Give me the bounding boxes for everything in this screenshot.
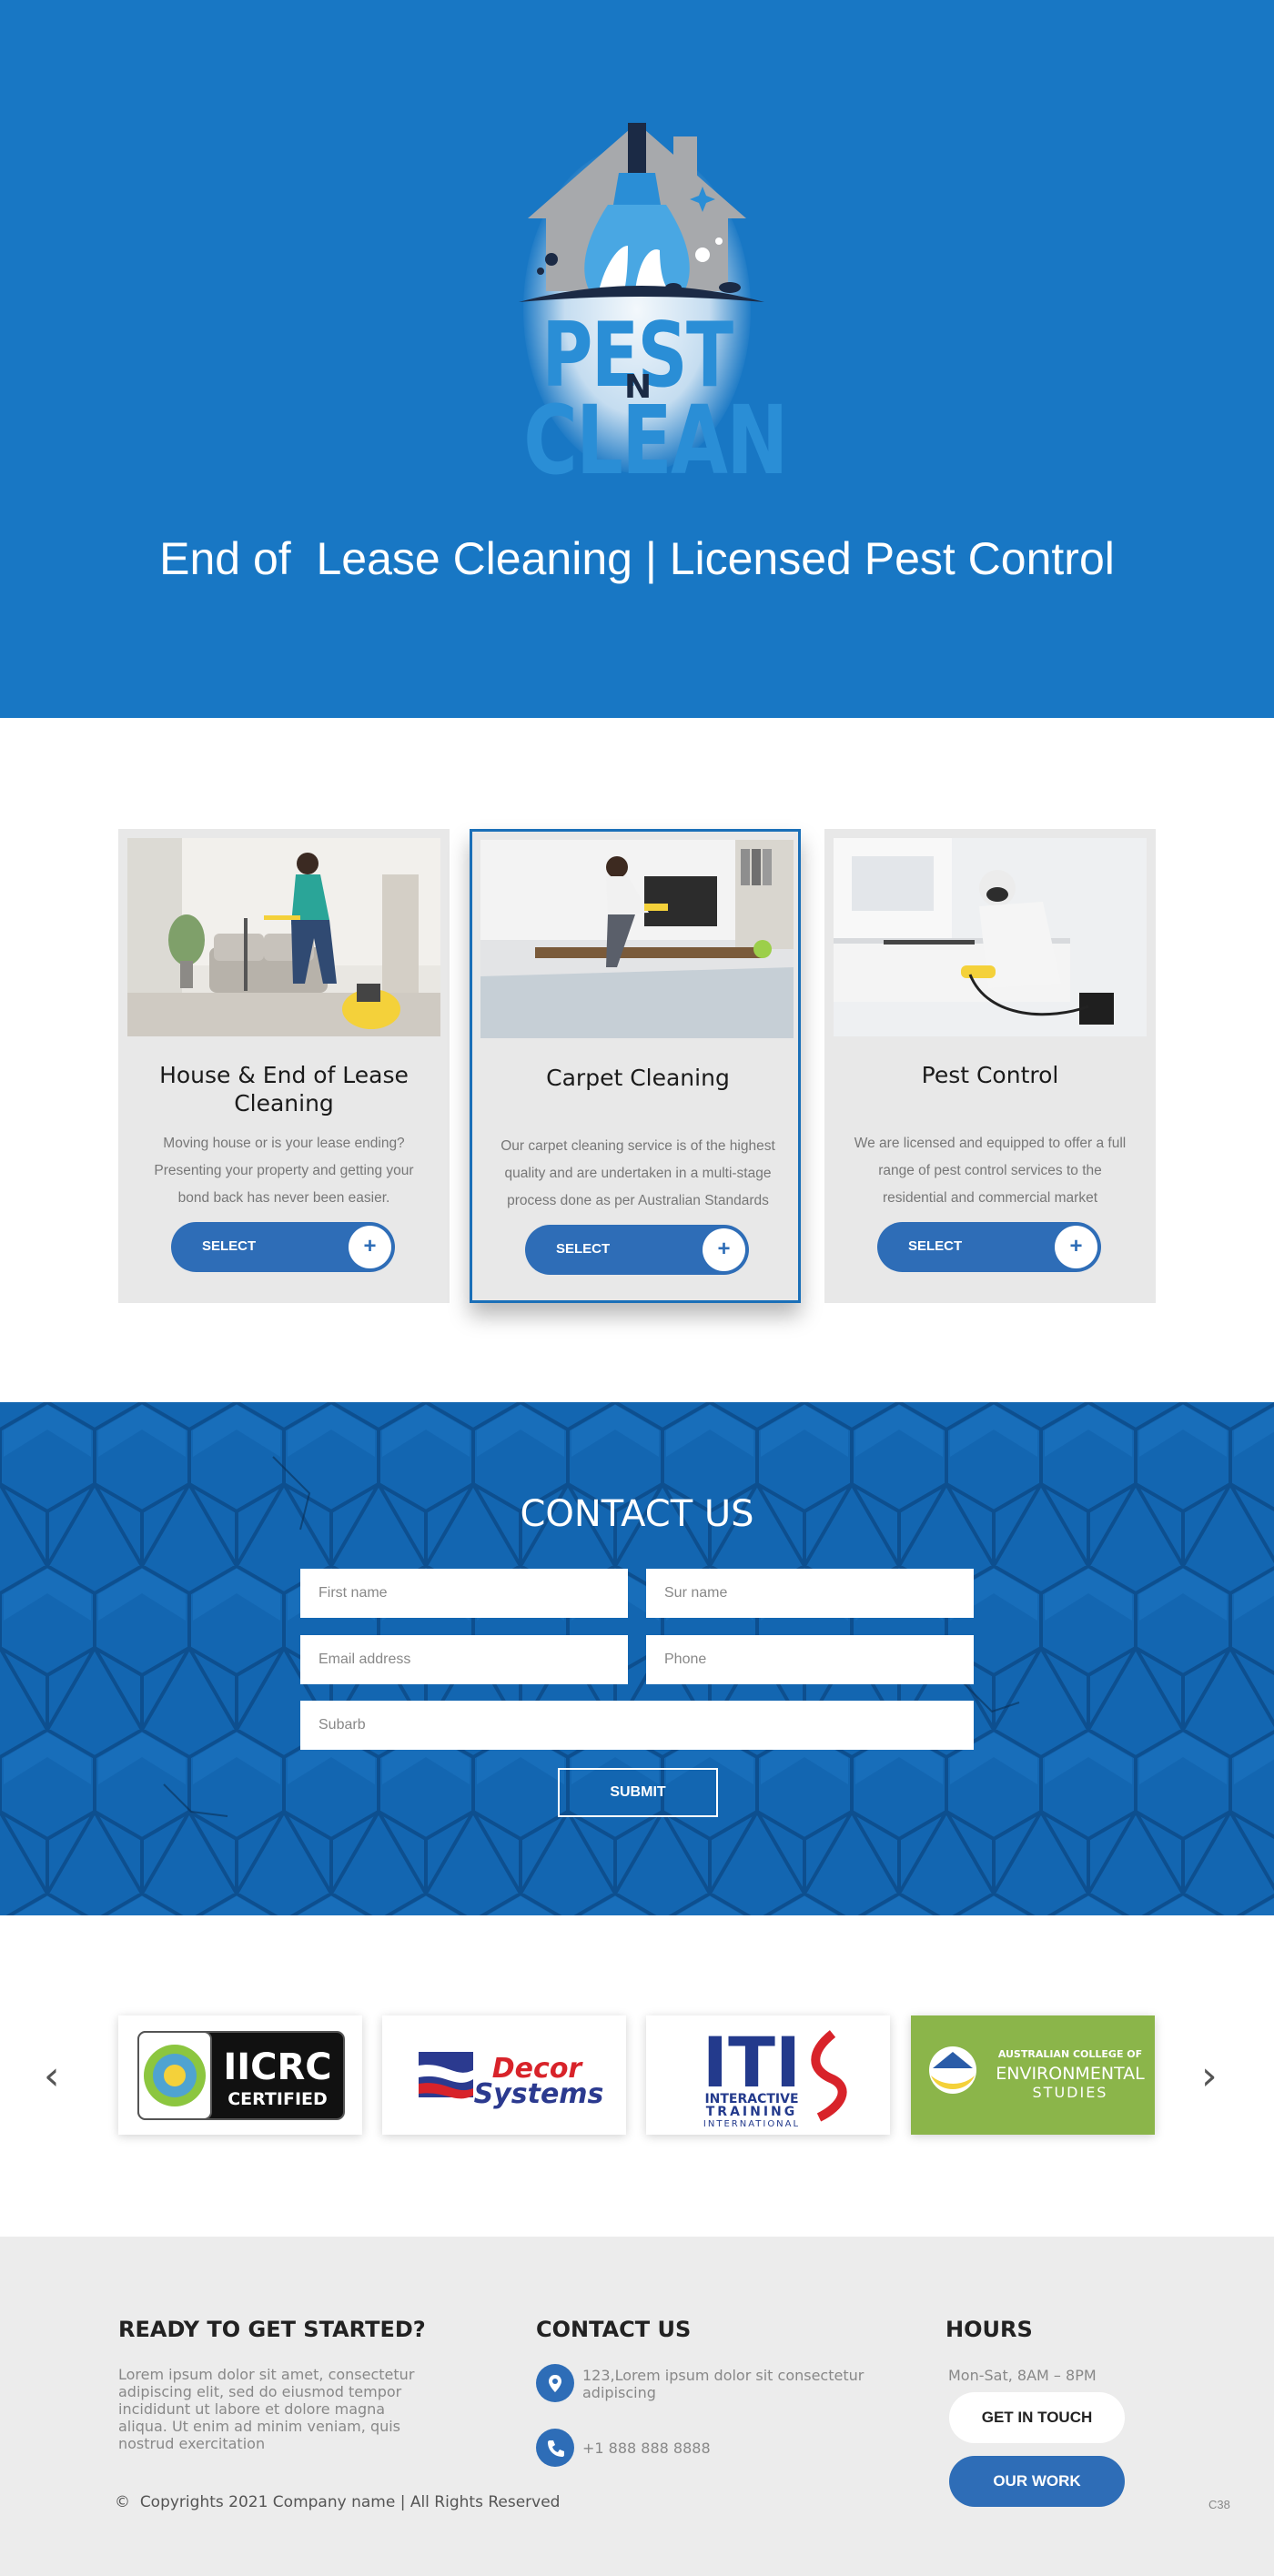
- contact-section: CONTACT US SUBMIT: [0, 1402, 1274, 1915]
- contact-title: CONTACT US: [520, 1493, 754, 1535]
- footer-phone[interactable]: +1 888 888 8888: [582, 2440, 711, 2457]
- card-title: Pest Control: [921, 1062, 1059, 1088]
- first-name-input[interactable]: [300, 1569, 628, 1618]
- svg-text:IICRC: IICRC: [223, 2046, 331, 2088]
- chevron-right-icon[interactable]: ›: [1201, 2053, 1218, 2099]
- footer-hours-title: HOURS: [945, 2317, 1033, 2342]
- svg-text:Systems: Systems: [474, 2078, 604, 2110]
- select-button-label: SELECT: [556, 1241, 611, 1257]
- copyright-symbol: ©: [115, 2493, 130, 2511]
- select-button[interactable]: SELECT +: [525, 1225, 749, 1275]
- footer-contact-title: CONTACT US: [536, 2317, 692, 2342]
- svg-text:AUSTRALIAN COLLEGE OF: AUSTRALIAN COLLEGE OF: [998, 2048, 1142, 2060]
- card-description: Moving house or is your lease ending? Pr…: [154, 1136, 414, 1206]
- card-title: House & End of Lease Cleaning: [159, 1062, 409, 1116]
- select-button-label: SELECT: [908, 1238, 963, 1254]
- email-input[interactable]: [300, 1635, 628, 1684]
- iti-logo: ITI INTERACTIVE TRAINING INTERNATIONAL: [703, 2022, 847, 2129]
- pest-control-image: [834, 838, 1147, 1036]
- select-button-label: SELECT: [202, 1238, 257, 1254]
- service-card-house-cleaning[interactable]: House & End of Lease Cleaning Moving hou…: [118, 829, 450, 1303]
- plus-icon: +: [349, 1226, 391, 1268]
- card-description: Our carpet cleaning service is of the hi…: [500, 1138, 775, 1208]
- footer-hours-text: Mon-Sat, 8AM – 8PM: [948, 2367, 1097, 2384]
- partner-logo-decor-systems: Decor Systems: [382, 2015, 626, 2135]
- plus-icon: +: [1055, 1226, 1097, 1268]
- footer-ready-title: READY TO GET STARTED?: [118, 2317, 426, 2342]
- logo-clean-text: CLEAN: [523, 385, 788, 496]
- sur-name-input[interactable]: [646, 1569, 974, 1618]
- footer-ready-text: Lorem ipsum dolor sit amet, consectetur …: [118, 2366, 415, 2452]
- svg-text:CERTIFIED: CERTIFIED: [228, 2089, 328, 2109]
- get-in-touch-button[interactable]: GET IN TOUCH: [949, 2392, 1125, 2443]
- corner-badge: C38: [1208, 2498, 1230, 2511]
- select-button[interactable]: SELECT +: [877, 1222, 1101, 1272]
- copyright-text: Copyrights 2021 Company name | All Right…: [139, 2493, 561, 2511]
- hero-title: End of Lease Cleaning | Licensed Pest Co…: [159, 533, 1115, 584]
- hero-section: PEST N CLEAN End of Lease Cleaning | Lic…: [0, 0, 1274, 718]
- decor-systems-logo: Decor Systems: [419, 2052, 604, 2110]
- pest-n-clean-logo[interactable]: PEST N CLEAN: [491, 109, 788, 496]
- plus-icon: +: [703, 1228, 745, 1271]
- hexagon-pattern-background: [0, 1402, 1274, 1915]
- aces-logo: AUSTRALIAN COLLEGE OF ENVIRONMENTAL STUD…: [929, 2046, 1145, 2101]
- partner-logo-iicrc: IICRC CERTIFIED: [118, 2015, 362, 2135]
- card-title: Carpet Cleaning: [546, 1065, 730, 1091]
- svg-text:STUDIES: STUDIES: [1033, 2084, 1108, 2101]
- house-cleaning-image: [127, 838, 440, 1036]
- svg-text:ENVIRONMENTAL: ENVIRONMENTAL: [996, 2064, 1145, 2084]
- copyright: © Copyrights 2021 Company name | All Rig…: [115, 2493, 560, 2511]
- service-card-carpet-cleaning[interactable]: Carpet Cleaning Our carpet cleaning serv…: [470, 829, 801, 1303]
- chevron-left-icon[interactable]: ‹: [44, 2053, 60, 2099]
- partner-logo-iti: ITI INTERACTIVE TRAINING INTERNATIONAL: [646, 2015, 890, 2135]
- select-button[interactable]: SELECT +: [171, 1222, 395, 1272]
- footer: READY TO GET STARTED? Lorem ipsum dolor …: [0, 2237, 1274, 2576]
- footer-address: 123,Lorem ipsum dolor sit consectetur ad…: [582, 2367, 864, 2401]
- phone-input[interactable]: [646, 1635, 974, 1684]
- card-description: We are licensed and equipped to offer a …: [854, 1136, 1127, 1206]
- phone-icon: [536, 2429, 574, 2467]
- svg-text:INTERNATIONAL: INTERNATIONAL: [703, 2119, 800, 2129]
- suburb-input[interactable]: [300, 1701, 974, 1750]
- submit-button[interactable]: SUBMIT: [558, 1768, 718, 1817]
- service-card-pest-control[interactable]: Pest Control We are licensed and equippe…: [824, 829, 1156, 1303]
- location-pin-icon: [536, 2364, 574, 2402]
- svg-text:TRAINING: TRAINING: [706, 2105, 798, 2119]
- our-work-button[interactable]: OUR WORK: [949, 2456, 1125, 2507]
- carpet-cleaning-image: [480, 840, 794, 1038]
- svg-text:ITI: ITI: [703, 2022, 801, 2103]
- partner-logo-aces: AUSTRALIAN COLLEGE OF ENVIRONMENTAL STUD…: [911, 2015, 1155, 2135]
- house-broom-icon: [519, 123, 764, 302]
- iicrc-logo: IICRC CERTIFIED: [137, 2031, 345, 2120]
